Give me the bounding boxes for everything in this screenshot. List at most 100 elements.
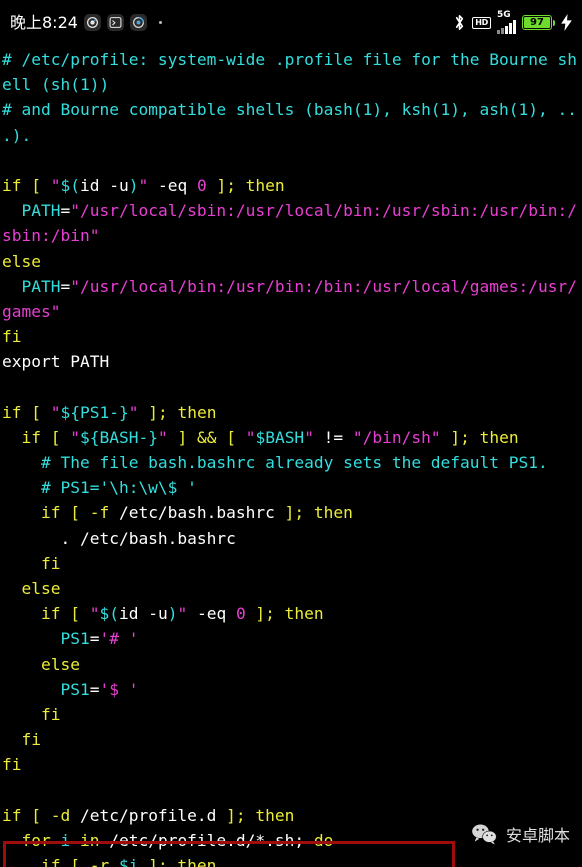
terminal-line: # and Bourne compatible shells (bash(1),… (2, 97, 582, 122)
code-token: if [ -f (40, 503, 119, 523)
terminal-line: else (2, 249, 582, 274)
code-token: ell (sh(1)) (2, 75, 110, 95)
code-token: if [ -d (2, 805, 80, 825)
code-token: "/usr/local/sbin:/usr/local/bin:/usr/sbi… (70, 201, 578, 221)
status-bar-left: 晚上8:24 (10, 14, 162, 31)
terminal-viewport[interactable]: # /etc/profile: system-wide .profile fil… (0, 45, 582, 867)
code-token: " (304, 427, 314, 447)
code-token: # /etc/profile: system-wide .profile fil… (2, 50, 577, 69)
code-token: 0 (235, 604, 246, 624)
code-token: id -u (118, 604, 168, 624)
code-token: && (196, 427, 217, 447)
code-token: $( (99, 604, 119, 624)
code-token: [ (216, 427, 246, 447)
terminal-line: else (2, 652, 582, 677)
terminal-line: PATH="/usr/local/sbin:/usr/local/bin:/us… (2, 198, 582, 223)
camera-app-icon[interactable] (83, 14, 101, 31)
code-token: "/bin/sh" (352, 427, 441, 447)
code-token: ${BASH-} (79, 427, 158, 447)
terminal-line: .). (2, 123, 582, 148)
code-token: ${PS1-} (60, 402, 129, 422)
code-token: " (128, 402, 139, 422)
battery-icon: 97 (522, 15, 555, 30)
terminal-line: fi (2, 702, 582, 727)
code-token: games" (2, 301, 61, 321)
code-token: export PATH (2, 352, 110, 372)
terminal-line: # /etc/profile: system-wide .profile fil… (2, 47, 582, 72)
code-token: else (2, 654, 80, 674)
code-token: if [ (2, 402, 51, 422)
code-token: /etc/profile.d/*.sh; (109, 830, 305, 850)
terminal-app-icon[interactable] (106, 14, 124, 31)
code-token: " (245, 427, 256, 447)
code-token: $i (118, 856, 139, 867)
code-token: fi (2, 553, 61, 573)
terminal-line: PS1='# ' (2, 626, 582, 651)
code-token: if [ (40, 604, 90, 624)
code-token: ]; then (216, 805, 295, 825)
watermark: 安卓脚本 (471, 823, 570, 849)
charging-icon (561, 14, 572, 31)
terminal-line: PS1='$ ' (2, 677, 582, 702)
code-token: if [ (21, 427, 71, 447)
code-token: = (60, 276, 71, 296)
code-token: " (70, 427, 80, 447)
hd-icon: HD (472, 16, 491, 29)
5g-signal-icon: 5G (497, 10, 516, 34)
code-token: " (138, 175, 149, 195)
terminal-line: PATH="/usr/local/bin:/usr/bin:/bin:/usr/… (2, 274, 582, 299)
terminal-line: if [ "${PS1-}" ]; then (2, 400, 582, 425)
code-token: else (2, 251, 41, 271)
more-notifications-indicator (158, 21, 162, 24)
terminal-line: else (2, 576, 582, 601)
status-bar: 晚上8:24 HD 5G 97 (0, 0, 582, 45)
code-token: PATH (21, 201, 61, 221)
terminal-line: if [ -f /etc/bash.bashrc ]; then (2, 500, 582, 525)
code-token: # The file bash.bashrc already sets the … (2, 453, 548, 472)
code-token: else (2, 578, 61, 598)
code-token: in (70, 830, 110, 850)
terminal-line: fi (2, 727, 582, 752)
code-token: != (313, 427, 353, 447)
code-token: ]; then (274, 503, 353, 523)
code-token: ]; then (206, 175, 285, 195)
code-token: 0 (196, 175, 207, 195)
code-token: # PS1='\h:\w\$ ' (2, 478, 197, 498)
code-token: ] (167, 427, 197, 447)
code-token: . /etc/bash.bashrc (2, 528, 236, 548)
code-token: PS1 (60, 629, 90, 649)
bluetooth-icon (453, 13, 466, 32)
code-token: ]; then (245, 604, 324, 624)
code-token: fi (2, 327, 22, 347)
code-token: i (60, 830, 71, 850)
code-token: "/usr/local/bin:/usr/bin:/bin:/usr/local… (70, 276, 578, 296)
terminal-line: # PS1='\h:\w\$ ' (2, 475, 582, 500)
code-token: fi (2, 704, 61, 724)
code-token: '# ' (99, 629, 139, 649)
code-token: $( (60, 175, 80, 195)
terminal-line: sbin:/bin" (2, 223, 582, 248)
vim-editor-buffer[interactable]: # /etc/profile: system-wide .profile fil… (2, 47, 582, 867)
code-token: ]; then (138, 856, 217, 867)
code-token: $BASH (255, 427, 305, 447)
code-token: for (21, 830, 61, 850)
terminal-line: fi (2, 752, 582, 777)
terminal-line: . /etc/bash.bashrc (2, 526, 582, 551)
terminal-line: games" (2, 299, 582, 324)
terminal-line: fi (2, 551, 582, 576)
code-token: sbin:/bin" (2, 226, 100, 246)
code-token: if [ (2, 175, 51, 195)
code-token: -eq (187, 604, 236, 624)
settings-app-icon[interactable] (129, 14, 147, 31)
terminal-line: if [ "${BASH-}" ] && [ "$BASH" != "/bin/… (2, 425, 582, 450)
